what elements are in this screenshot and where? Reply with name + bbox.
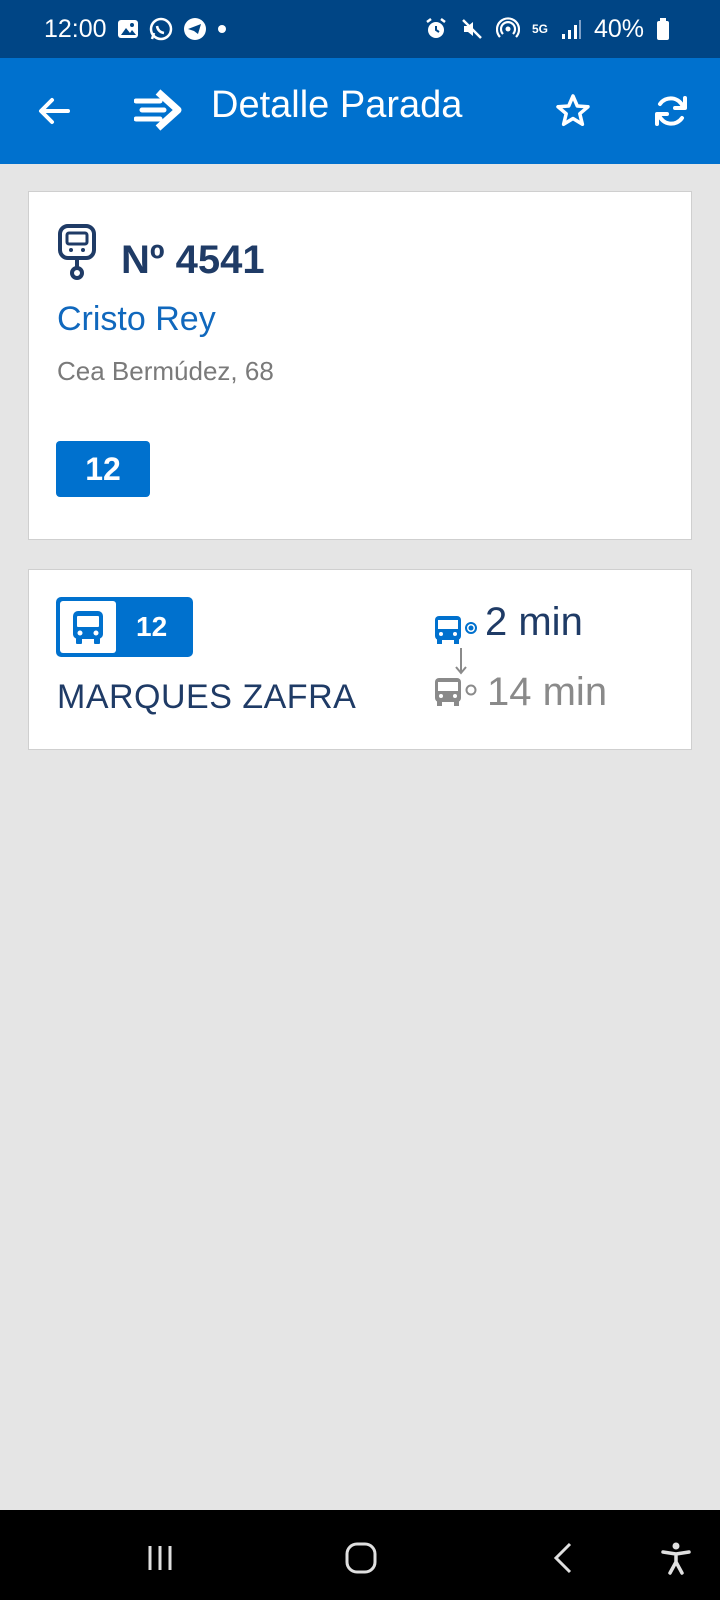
battery-icon — [656, 17, 670, 41]
stop-info-card: Nº 4541 Cristo Rey Cea Bermúdez, 68 12 — [28, 191, 692, 540]
status-time: 12:00 — [44, 14, 107, 43]
status-left: 12:00 — [44, 15, 227, 44]
down-arrow-icon — [455, 648, 467, 676]
next-arrival-time: 2 min — [485, 600, 583, 644]
stop-number: Nº 4541 — [121, 238, 265, 282]
bus-arriving-icon — [433, 614, 479, 646]
line-chip-12[interactable]: 12 — [56, 441, 150, 497]
gallery-icon — [117, 18, 139, 40]
battery-percent: 40% — [593, 14, 644, 43]
status-bar: 12:00 5G 40% — [0, 0, 720, 58]
whatsapp-icon — [149, 17, 173, 41]
back-icon[interactable] — [546, 1540, 582, 1576]
hotspot-icon — [495, 17, 520, 41]
page-title: Detalle Parada — [211, 84, 463, 126]
bus-following-icon — [433, 676, 479, 708]
status-right: 5G 40% — [424, 15, 670, 44]
home-icon[interactable] — [343, 1540, 379, 1576]
bus-icon — [60, 601, 116, 653]
route-number: 12 — [136, 611, 168, 642]
recent-apps-icon[interactable] — [142, 1540, 178, 1576]
network-5g-label: 5G — [531, 22, 548, 36]
system-nav-bar — [0, 1510, 720, 1600]
accessibility-icon[interactable] — [658, 1540, 694, 1576]
app-logo-icon — [133, 88, 184, 132]
destination: MARQUES ZAFRA — [57, 678, 357, 716]
stop-address: Cea Bermúdez, 68 — [57, 356, 274, 386]
following-arrival-time: 14 min — [487, 670, 608, 714]
app-bar: Detalle Parada — [0, 58, 720, 164]
signal-icon — [560, 18, 582, 40]
arrival-card[interactable]: 12 MARQUES ZAFRA 2 min 14 min — [28, 569, 692, 750]
route-badge: 12 — [56, 597, 193, 657]
bus-stop-icon — [57, 224, 97, 282]
alarm-icon — [424, 17, 448, 41]
mute-icon — [460, 17, 484, 41]
refresh-icon[interactable] — [652, 92, 690, 130]
dot-icon — [217, 24, 227, 34]
back-arrow-icon[interactable] — [34, 91, 74, 131]
stop-name: Cristo Rey — [57, 300, 216, 338]
star-icon[interactable] — [554, 92, 592, 130]
telegram-icon — [183, 17, 207, 41]
